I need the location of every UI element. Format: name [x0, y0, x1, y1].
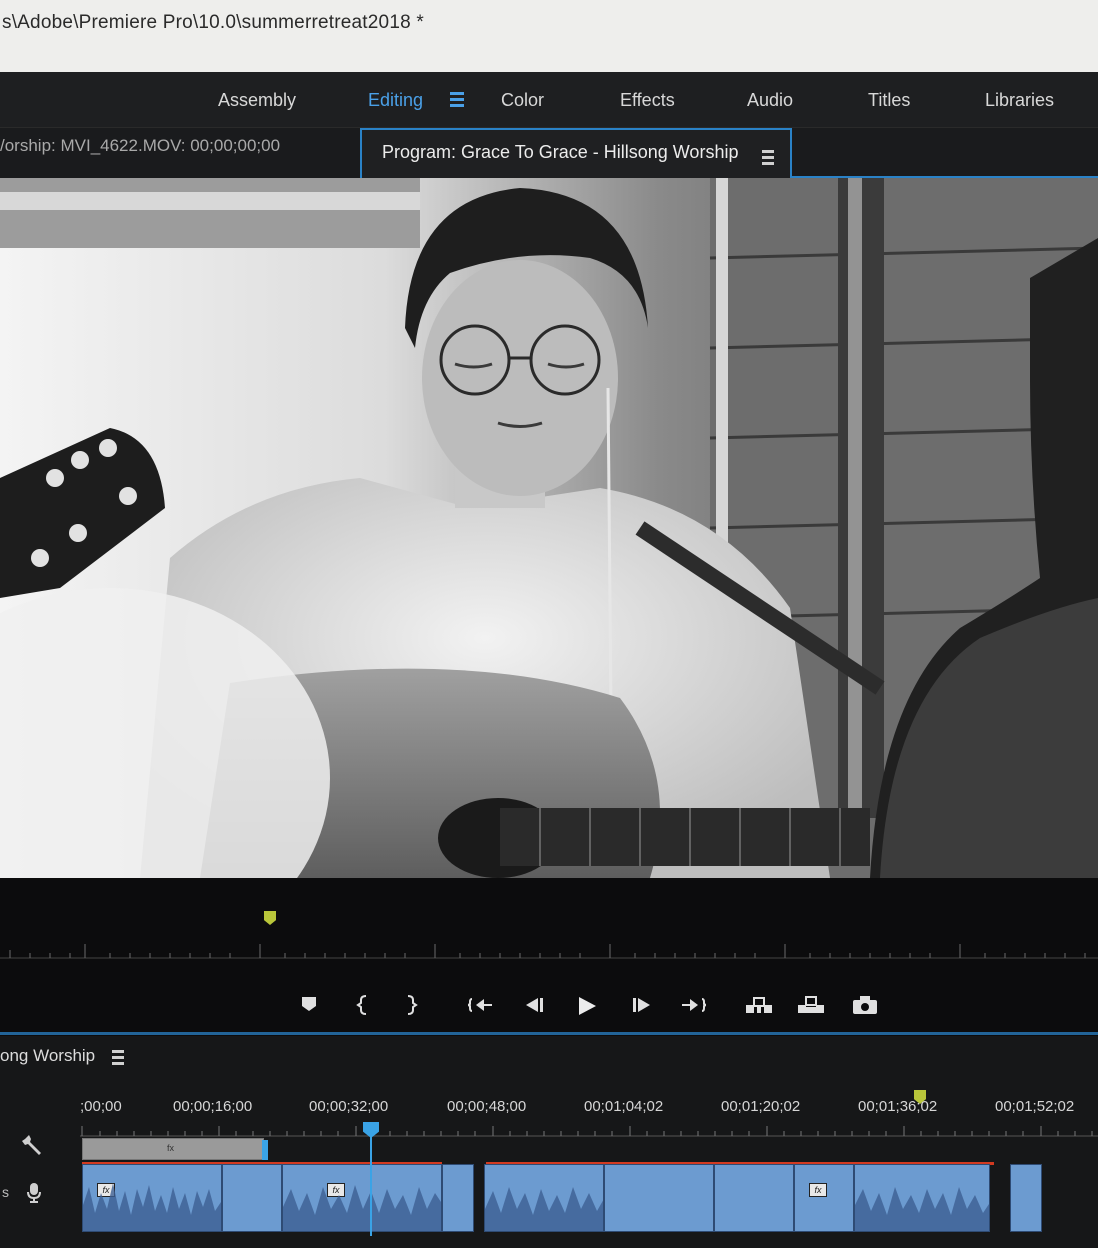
timecode-label: 00;00;16;00: [173, 1098, 253, 1115]
workspace-editing[interactable]: Editing: [368, 90, 423, 111]
mark-in-icon[interactable]: [348, 990, 378, 1020]
audio-clip[interactable]: fx: [282, 1164, 442, 1232]
go-to-out-icon[interactable]: [678, 990, 708, 1020]
audio-clip[interactable]: [222, 1164, 282, 1232]
monitor-time-ruler[interactable]: [0, 938, 1098, 968]
audio-clip[interactable]: [442, 1164, 474, 1232]
workspace-color[interactable]: Color: [501, 90, 544, 111]
sequence-tab[interactable]: ong Worship: [0, 1046, 95, 1066]
workspace-menu-icon[interactable]: [450, 92, 464, 108]
extract-icon[interactable]: [796, 990, 826, 1020]
timecode-label: 00;01;36;02: [858, 1098, 938, 1115]
timecode-label: 00;01;04;02: [584, 1098, 664, 1115]
title-bar: s\Adobe\Premiere Pro\10.0\summerretreat2…: [0, 0, 1098, 72]
monitor-panel-tabs: /orship: MVI_4622.MOV: 00;00;00;00 Progr…: [0, 128, 1098, 178]
program-monitor-video[interactable]: [0, 178, 1098, 878]
audio-clip[interactable]: [854, 1164, 990, 1232]
audio-clip[interactable]: fx: [794, 1164, 854, 1232]
timeline-playhead-line: [370, 1136, 372, 1236]
play-icon[interactable]: [572, 990, 602, 1020]
timecode-label: 00;00;32;00: [309, 1098, 389, 1115]
monitor-playhead[interactable]: [264, 911, 276, 925]
timeline-panel: ong Worship ;00;00 00;00;16;00 00;00;32;…: [0, 1036, 1098, 1248]
timeline-menu-icon[interactable]: [112, 1050, 124, 1065]
timecode-label: 00;01;20;02: [721, 1098, 801, 1115]
timecode-label: 00;01;52;02: [995, 1098, 1075, 1115]
step-forward-icon[interactable]: [626, 990, 656, 1020]
audio-clip[interactable]: fx: [82, 1164, 222, 1232]
video-clip[interactable]: fx: [82, 1138, 264, 1160]
mark-out-icon[interactable]: [396, 990, 426, 1020]
clip-fx-badge: fx: [167, 1143, 175, 1153]
go-to-in-icon[interactable]: [466, 990, 496, 1020]
fx-badge-icon: fx: [809, 1183, 827, 1197]
audio-clip[interactable]: [604, 1164, 714, 1232]
tab-program-monitor[interactable]: Program: Grace To Grace - Hillsong Worsh…: [360, 128, 792, 178]
program-monitor-controls: [0, 878, 1098, 1036]
timeline-timecodes: ;00;00 00;00;16;00 00;00;32;00 00;00;48;…: [0, 1098, 1098, 1122]
audio-clip[interactable]: [484, 1164, 604, 1232]
program-tab-label: Program: Grace To Grace - Hillsong Worsh…: [382, 142, 739, 162]
panel-divider: [0, 1032, 1098, 1035]
transport-controls: [290, 990, 890, 1026]
workspace-effects[interactable]: Effects: [620, 90, 675, 111]
step-back-icon[interactable]: [520, 990, 550, 1020]
export-frame-camera-icon[interactable]: [850, 990, 880, 1020]
audio-clip[interactable]: [714, 1164, 794, 1232]
workspace-libraries[interactable]: Libraries: [985, 90, 1054, 111]
audio-track: fx fx fx: [0, 1164, 1098, 1234]
audio-clip[interactable]: [1010, 1164, 1042, 1232]
tab-source-monitor[interactable]: /orship: MVI_4622.MOV: 00;00;00;00: [0, 136, 280, 156]
workspace-assembly[interactable]: Assembly: [218, 90, 296, 111]
workspace-audio[interactable]: Audio: [747, 90, 793, 111]
project-path: s\Adobe\Premiere Pro\10.0\summerretreat2…: [2, 12, 424, 33]
timecode-label: 00;00;48;00: [447, 1098, 527, 1115]
wrench-icon[interactable]: [22, 1134, 44, 1161]
workspace-bar: Assembly Editing Color Effects Audio Tit…: [0, 72, 1098, 128]
lift-icon[interactable]: [744, 990, 774, 1020]
clip-edge-handle[interactable]: [262, 1140, 268, 1160]
panel-menu-icon[interactable]: [762, 150, 774, 165]
video-frame-image: [0, 178, 1098, 878]
timecode-label: ;00;00: [80, 1098, 122, 1115]
add-marker-icon[interactable]: [294, 990, 324, 1020]
workspace-titles[interactable]: Titles: [868, 90, 910, 111]
